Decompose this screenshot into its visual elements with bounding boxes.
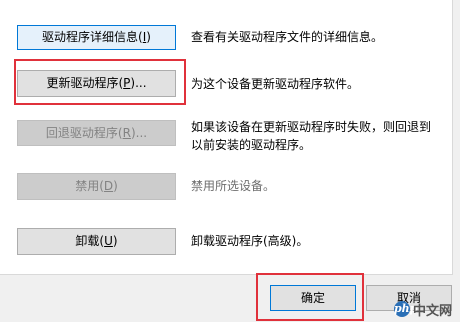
roll-back-driver-button-key: R <box>122 126 131 140</box>
driver-details-button-suffix: ) <box>146 30 151 44</box>
uninstall-driver-button[interactable]: 卸载(U) <box>17 228 176 255</box>
site-watermark: php 中文网 <box>393 300 452 319</box>
driver-details-button-label: 驱动程序详细信息( <box>42 30 143 44</box>
update-driver-description: 为这个设备更新驱动程序软件。 <box>191 77 360 91</box>
disable-device-description: 禁用所选设备。 <box>191 179 276 193</box>
roll-back-driver-button[interactable]: 回退驱动程序(R)... <box>17 120 176 146</box>
php-logo-icon: php <box>393 301 418 317</box>
ok-button-label: 确定 <box>300 291 325 305</box>
update-driver-button-suffix: )... <box>130 76 147 90</box>
disable-device-button[interactable]: 禁用(D) <box>17 173 176 200</box>
update-driver-button[interactable]: 更新驱动程序(P)... <box>17 70 176 97</box>
disable-device-button-label: 禁用( <box>75 179 104 193</box>
uninstall-driver-button-label: 卸载( <box>75 234 105 248</box>
roll-back-driver-description-line1: 如果该设备在更新驱动程序时失败，则回退到 <box>191 120 432 134</box>
disable-device-button-suffix: ) <box>113 179 118 193</box>
update-driver-button-label: 更新驱动程序( <box>46 76 124 90</box>
roll-back-driver-button-label: 回退驱动程序( <box>45 126 123 140</box>
uninstall-driver-button-suffix: ) <box>112 234 118 248</box>
uninstall-driver-button-key: U <box>104 234 113 248</box>
ok-button[interactable]: 确定 <box>270 285 356 311</box>
roll-back-driver-description-line2: 以前安装的驱动程序。 <box>191 138 312 152</box>
driver-details-description: 查看有关驱动程序文件的详细信息。 <box>191 30 384 44</box>
uninstall-driver-description: 卸载驱动程序(高级)。 <box>191 234 309 248</box>
watermark-site-text: 中文网 <box>412 303 452 319</box>
disable-device-button-key: D <box>103 179 114 193</box>
roll-back-driver-button-suffix: )... <box>130 126 148 140</box>
driver-tab-panel: 驱动程序详细信息(I) 查看有关驱动程序文件的详细信息。 更新驱动程序(P)..… <box>0 0 453 275</box>
driver-details-button[interactable]: 驱动程序详细信息(I) <box>17 25 176 50</box>
